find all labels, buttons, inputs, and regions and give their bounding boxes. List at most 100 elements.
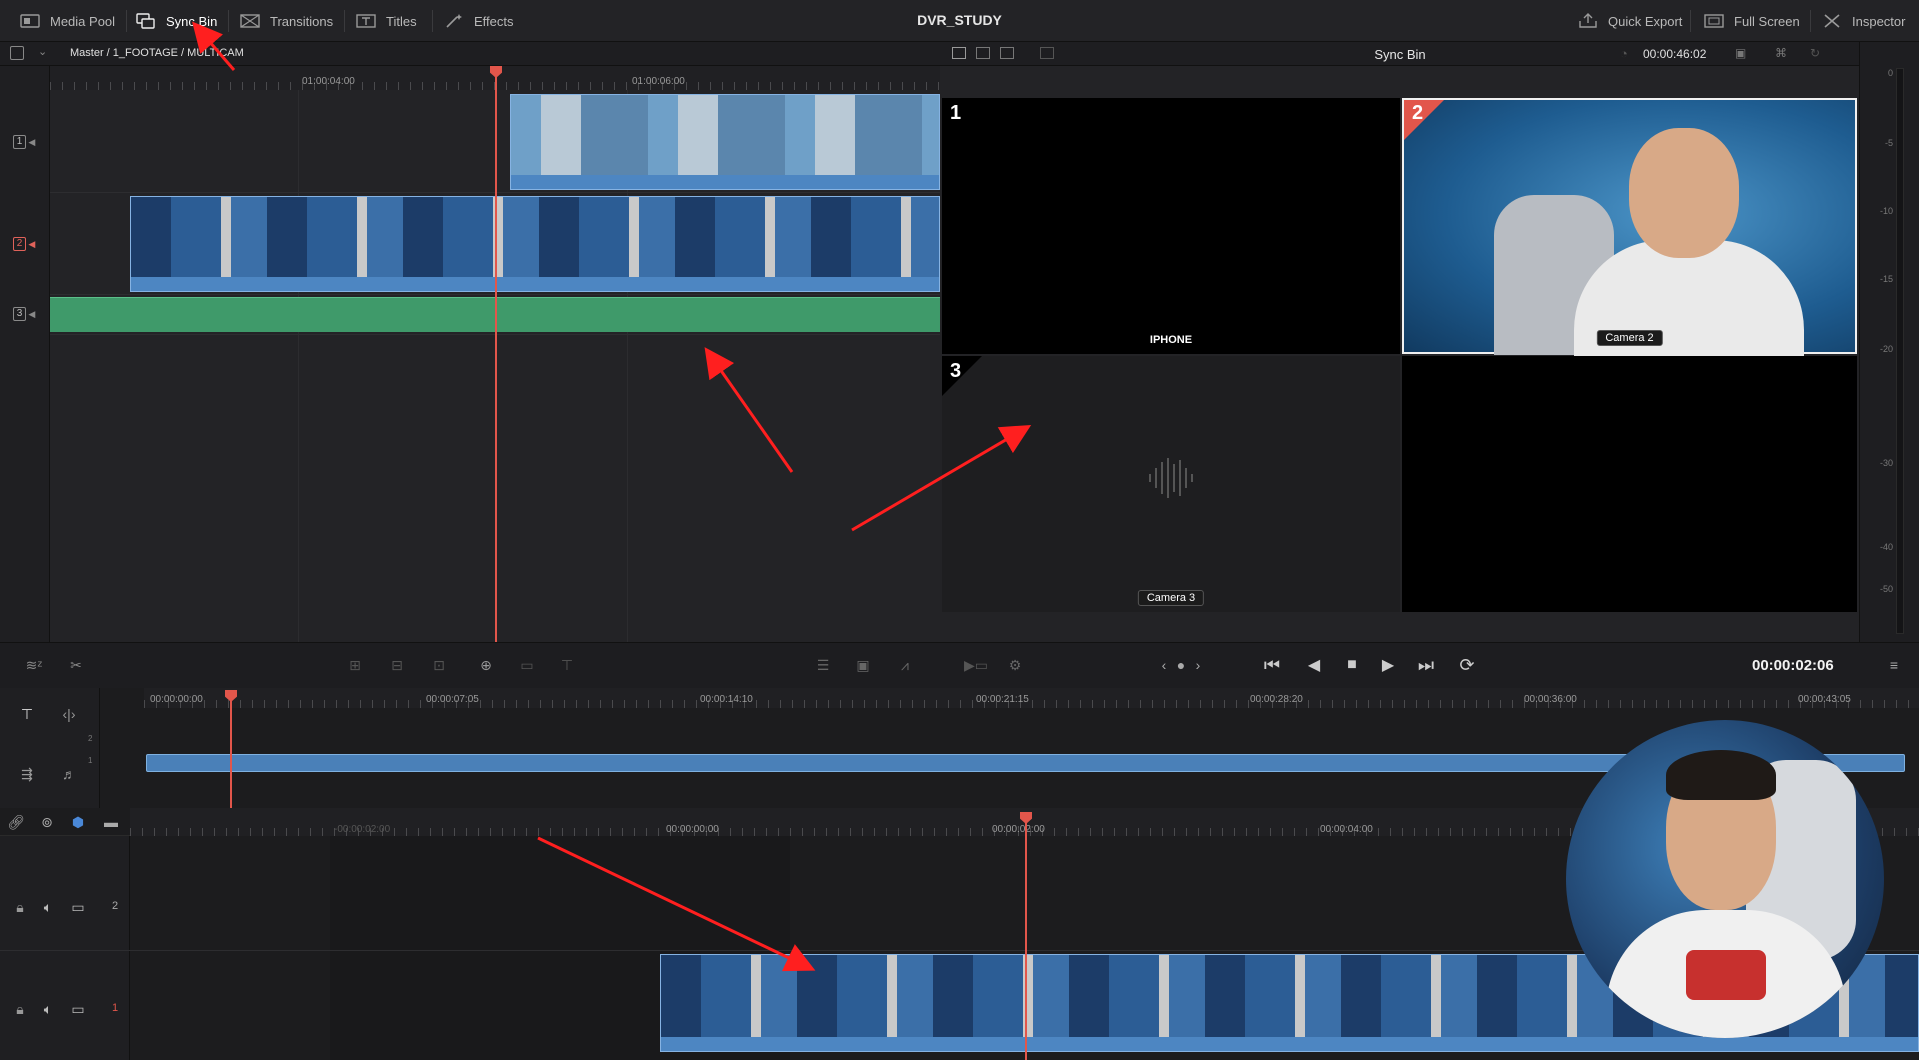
- jog-left-icon[interactable]: ‹: [1158, 655, 1170, 675]
- transport-toolbar: ▶▭ ⚙ ‹ ● › ⏮ ◀ ■ ▶ ⏭ ⟳ 00:00:02:06 ≡: [940, 642, 1919, 688]
- angle-label: Camera 2: [1596, 330, 1663, 346]
- sync-bin-button[interactable]: Sync Bin: [136, 0, 217, 42]
- upper-ruler[interactable]: 00:00:00:00 00:00:07:05 00:00:14:10 00:0…: [144, 688, 1919, 708]
- audio-meters: 0 -5 -10 -15 -20 -30 -40 -50: [1859, 42, 1919, 642]
- audio-track-height-icon[interactable]: ♬: [56, 764, 82, 784]
- angle-number: 3: [950, 360, 962, 382]
- edit-toolbar: ≋ᶻ ✂ ⊞ ⊟ ⊡ ⊕ ▭ ⊤ ☰ ▣ ⩘: [0, 642, 940, 688]
- monitor-icon[interactable]: ▭: [68, 1000, 88, 1018]
- upper-playhead[interactable]: [230, 690, 232, 808]
- monitor-icon[interactable]: ▭: [68, 898, 88, 916]
- angle-3-tile[interactable]: 3 Camera 3: [942, 356, 1400, 612]
- source-ruler-label: 01:00:04:00: [302, 76, 355, 87]
- track-height-icon[interactable]: ⇶: [14, 764, 40, 784]
- person-head: [1629, 128, 1739, 258]
- export-icon: [1579, 13, 1597, 28]
- refresh-icon[interactable]: ↻: [1810, 46, 1820, 60]
- clip-options-icon[interactable]: ▶▭: [964, 655, 988, 675]
- media-pool-label: Media Pool: [50, 13, 116, 29]
- replace-clip-icon[interactable]: ⊡: [428, 655, 450, 675]
- audio-waveform-icon: [1149, 458, 1193, 498]
- track-3-header[interactable]: 3 ◀: [10, 306, 38, 322]
- angle-label: IPHONE: [1149, 334, 1193, 346]
- blade-scissors-icon[interactable]: ✂: [66, 655, 86, 675]
- jog-dot-icon[interactable]: ●: [1174, 657, 1188, 673]
- sync-bin-label: Sync Bin: [166, 13, 218, 29]
- ripple-overwrite-icon[interactable]: ⊤: [556, 655, 578, 675]
- track-2-header[interactable]: 2 ◀: [10, 236, 38, 252]
- go-to-start-icon[interactable]: ⏮: [1258, 653, 1286, 677]
- source-viewer-header: ⌄ Master / 1_FOOTAGE / MULTICAM: [0, 42, 940, 66]
- quick-export-button[interactable]: Quick Export: [1578, 0, 1682, 42]
- snapping-icon[interactable]: ⊚: [36, 812, 58, 832]
- place-on-top-icon[interactable]: ⊕: [474, 653, 498, 677]
- timecode-clock-icon: ◔: [1620, 46, 1628, 61]
- speaker-icon[interactable]: 🔈︎: [38, 898, 58, 916]
- lower-track-number: 1: [112, 1002, 119, 1014]
- marker-icon[interactable]: ▬: [100, 812, 122, 832]
- timeline-view-icon[interactable]: ☰: [812, 655, 834, 675]
- lower-track-number: 2: [112, 900, 119, 912]
- video-clip-angle-2[interactable]: [130, 196, 940, 292]
- transitions-label: Transitions: [270, 13, 334, 29]
- waveform-view-icon[interactable]: ⩘: [894, 655, 916, 675]
- go-to-end-icon[interactable]: ⏭: [1412, 653, 1440, 677]
- insert-clip-icon[interactable]: ⊞: [344, 655, 366, 675]
- full-screen-button[interactable]: Full Screen: [1704, 0, 1800, 42]
- effects-label: Effects: [474, 13, 514, 29]
- jog-right-icon[interactable]: ›: [1192, 655, 1204, 675]
- track-1-header[interactable]: 1 ◀: [10, 134, 38, 150]
- effects-button[interactable]: Effects: [444, 0, 514, 42]
- menu-icon[interactable]: ≡: [1884, 655, 1904, 675]
- angle-2-tile[interactable]: 2 Camera 2: [1402, 98, 1857, 360]
- effects-wand-icon: [446, 14, 462, 28]
- trim-lock-icon[interactable]: ⊤: [14, 704, 40, 724]
- inspector-label: Inspector: [1852, 13, 1906, 29]
- play-reverse-icon[interactable]: ◀: [1302, 653, 1326, 677]
- media-pool-icon: [20, 14, 40, 28]
- angle-number: 1: [950, 102, 962, 124]
- titles-label: Titles: [386, 13, 417, 29]
- video-clip-angle-1[interactable]: [510, 94, 940, 190]
- sync-bin-icon: [136, 13, 155, 29]
- quick-export-label: Quick Export: [1608, 13, 1683, 29]
- lock-icon[interactable]: 🔒︎: [12, 898, 28, 916]
- lower-playhead[interactable]: [1025, 812, 1027, 1060]
- snoozing-icon[interactable]: ≋ᶻ: [20, 655, 48, 675]
- view-options-icon[interactable]: ⌘: [1775, 46, 1787, 60]
- source-timeline[interactable]: 01:00:04:00 01:00:06:00: [0, 66, 940, 642]
- lower-track-headers: 🔗︎ ⊚ ⬢ ▬ 🔒︎ 🔈︎ ▭ 2 🔒︎ 🔈︎ ▭ 1: [0, 808, 130, 1060]
- overwrite-clip-icon[interactable]: ⊟: [386, 655, 408, 675]
- transitions-button[interactable]: Transitions: [240, 0, 333, 42]
- person-hair: [1666, 750, 1776, 800]
- upper-timeline-tools: ⊤ ‹|› ⇶ ♬ 2 1: [0, 688, 100, 808]
- source-track-headers: 1 ◀ 2 ◀ 3 ◀: [0, 66, 50, 642]
- play-icon[interactable]: ▶: [1376, 653, 1400, 677]
- inspector-button[interactable]: Inspector: [1822, 0, 1905, 42]
- settings-sliders-icon[interactable]: ⚙: [1004, 655, 1026, 675]
- inspector-icon: [1824, 14, 1840, 28]
- link-icon[interactable]: 🔗︎: [6, 812, 26, 832]
- loop-icon[interactable]: ⟳: [1454, 653, 1480, 677]
- shirt-logo: [1686, 950, 1766, 1000]
- media-pool-button[interactable]: Media Pool: [20, 0, 115, 42]
- titles-button[interactable]: Titles: [356, 0, 417, 42]
- append-at-end-icon[interactable]: ▭: [516, 655, 538, 675]
- angle-4-tile[interactable]: [1402, 356, 1857, 612]
- dynamic-trim-icon[interactable]: ‹|›: [56, 704, 82, 724]
- chevron-down-icon[interactable]: ⌄: [38, 45, 47, 58]
- viewer-title: Sync Bin: [1374, 47, 1426, 62]
- angle-number: 2: [1412, 102, 1424, 124]
- stop-icon[interactable]: ■: [1340, 653, 1364, 677]
- source-ruler-label: 01:00:06:00: [632, 76, 685, 87]
- flag-icon[interactable]: ⬢: [70, 812, 86, 832]
- thumbnail-view-icon[interactable]: ▣: [852, 655, 874, 675]
- upper-track-number: 2: [88, 734, 93, 743]
- camera-icon[interactable]: ▣: [1735, 46, 1746, 60]
- panel-toggle-icon[interactable]: [10, 46, 24, 60]
- lock-icon[interactable]: 🔒︎: [12, 1000, 28, 1018]
- source-playhead[interactable]: [495, 66, 497, 642]
- speaker-icon[interactable]: 🔈︎: [38, 1000, 58, 1018]
- multicam-viewer-header: Sync Bin ◔ 00:00:46:02 ▣ ⌘ ↻ 🔇︎: [940, 42, 1919, 66]
- angle-1-tile[interactable]: 1 IPHONE: [942, 98, 1400, 354]
